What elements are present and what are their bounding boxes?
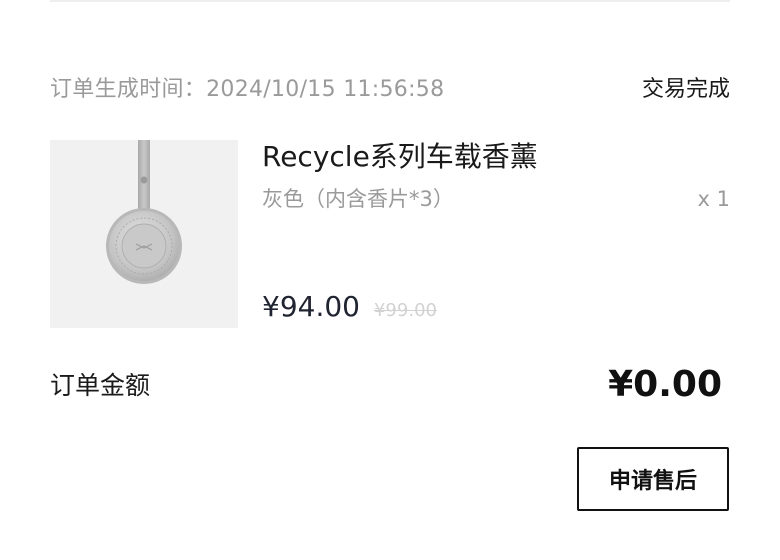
product-name[interactable]: Recycle系列车载香薰 xyxy=(262,140,538,174)
order-header: 订单生成时间：2024/10/15 11:56:58 交易完成 xyxy=(50,70,730,104)
product-quantity: x 1 xyxy=(697,187,730,211)
apply-after-sales-button[interactable]: 申请售后 xyxy=(577,447,729,511)
car-air-freshener-icon xyxy=(106,140,182,284)
top-divider xyxy=(50,0,730,2)
product-original-price: ¥99.00 xyxy=(373,300,437,321)
order-product-item[interactable]: Recycle系列车载香薰 灰色（内含香片*3） x 1 ¥94.00 ¥99.… xyxy=(50,140,730,328)
order-total-label: 订单金额 xyxy=(50,371,151,400)
product-variant: 灰色（内含香片*3） xyxy=(262,187,454,211)
product-price: ¥94.00 xyxy=(262,290,360,323)
order-total-row: 订单金额 ¥0.00 xyxy=(50,358,730,410)
order-created-time: 订单生成时间：2024/10/15 11:56:58 xyxy=(50,77,445,102)
product-image[interactable] xyxy=(50,140,238,328)
price-row: ¥94.00 ¥99.00 xyxy=(262,290,437,323)
order-status: 交易完成 xyxy=(641,77,730,102)
order-total-amount: ¥0.00 xyxy=(608,363,722,405)
